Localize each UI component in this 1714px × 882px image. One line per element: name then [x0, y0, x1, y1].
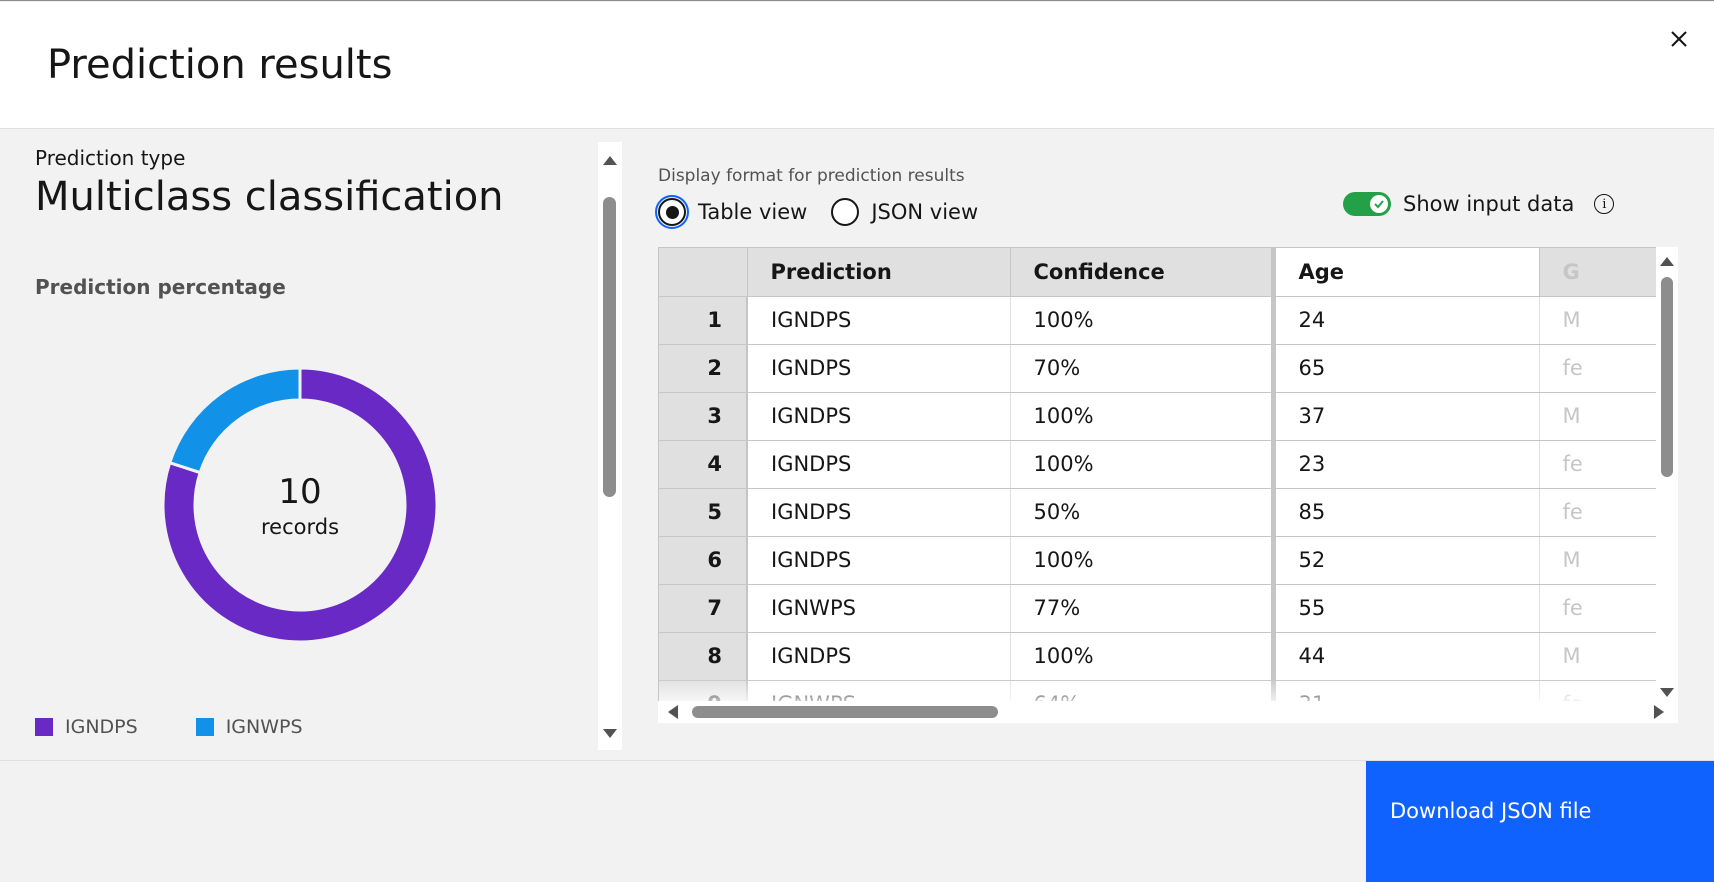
- json-view-label: JSON view: [871, 200, 979, 224]
- scroll-up-arrow-icon[interactable]: [1660, 257, 1674, 266]
- row-number-cell: 5: [659, 488, 748, 537]
- legend-swatch-ignwps: [195, 718, 214, 736]
- scroll-right-arrow-icon[interactable]: [1654, 705, 1664, 719]
- prediction-cell: IGNWPS: [747, 584, 1011, 633]
- table-row[interactable]: 7 IGNWPS 77% 55 fe: [659, 584, 1677, 633]
- results-table-container: Prediction Confidence Age G 1 IGNDPS 100% 2…: [658, 247, 1678, 709]
- donut-slice-ignwps[interactable]: [167, 366, 302, 475]
- show-input-toggle[interactable]: [1343, 192, 1391, 216]
- table-view-label: Table view: [698, 200, 808, 224]
- info-icon[interactable]: i: [1594, 194, 1615, 214]
- confidence-cell: 70%: [1010, 344, 1274, 393]
- legend-item-ignwps[interactable]: IGNWPS: [195, 716, 303, 738]
- table-vertical-scrollbar[interactable]: [1656, 247, 1678, 709]
- age-cell: 52: [1270, 536, 1540, 585]
- scrollbar-thumb[interactable]: [692, 706, 998, 718]
- confidence-cell: 100%: [1010, 392, 1274, 441]
- age-cell: 85: [1270, 488, 1540, 537]
- table-view-radio[interactable]: Table view: [655, 195, 808, 229]
- results-panel: Display format for prediction results Ta…: [640, 130, 1714, 760]
- table-row[interactable]: 8 IGNDPS 100% 44 M: [659, 632, 1677, 681]
- row-number-cell: 8: [659, 632, 748, 681]
- scroll-up-arrow-icon[interactable]: [603, 156, 617, 165]
- close-icon: [1671, 31, 1687, 47]
- download-json-button[interactable]: Download JSON file: [1366, 761, 1714, 882]
- scroll-down-arrow-icon[interactable]: [603, 729, 617, 738]
- prediction-cell: IGNDPS: [747, 392, 1011, 441]
- legend-swatch-igndps: [35, 718, 53, 736]
- confidence-cell: 50%: [1010, 488, 1274, 537]
- prediction-cell: IGNDPS: [747, 296, 1011, 345]
- age-cell: 24: [1270, 296, 1540, 345]
- confidence-cell: 100%: [1010, 632, 1274, 681]
- prediction-type-value: Multiclass classification: [35, 174, 504, 220]
- table-row[interactable]: 3 IGNDPS 100% 37 M: [659, 392, 1677, 441]
- radio-unchecked-icon: [831, 198, 860, 226]
- modal-footer: Download JSON file: [0, 760, 1714, 882]
- scrollbar-thumb[interactable]: [1661, 277, 1673, 477]
- age-cell: 23: [1270, 440, 1540, 489]
- scrollbar-thumb[interactable]: [603, 197, 616, 497]
- row-number-header: [659, 248, 748, 297]
- scroll-down-arrow-icon[interactable]: [1660, 688, 1674, 697]
- table-row[interactable]: 5 IGNDPS 50% 85 fe: [659, 488, 1677, 537]
- confidence-column-header[interactable]: Confidence: [1010, 248, 1274, 297]
- row-number-cell: 4: [659, 440, 748, 489]
- prediction-cell: IGNDPS: [747, 344, 1011, 393]
- radio-checked-icon: [655, 195, 689, 229]
- table-row[interactable]: 6 IGNDPS 100% 52 M: [659, 536, 1677, 585]
- row-number-cell: 6: [659, 536, 748, 585]
- close-button[interactable]: [1664, 24, 1694, 54]
- show-input-label: Show input data: [1403, 192, 1575, 216]
- table-horizontal-scrollbar[interactable]: [658, 701, 1678, 723]
- prediction-results-modal: Prediction results Prediction type Multi…: [0, 0, 1714, 882]
- confidence-cell: 77%: [1010, 584, 1274, 633]
- left-vertical-scrollbar[interactable]: [598, 142, 622, 750]
- legend-label: IGNWPS: [225, 716, 303, 738]
- table-header-row: Prediction Confidence Age G: [659, 248, 1677, 297]
- scroll-left-arrow-icon[interactable]: [668, 705, 678, 719]
- age-cell: 37: [1270, 392, 1540, 441]
- legend-item-igndps[interactable]: IGNDPS: [35, 716, 138, 738]
- results-table: Prediction Confidence Age G 1 IGNDPS 100% 2…: [659, 248, 1677, 708]
- prediction-cell: IGNDPS: [747, 488, 1011, 537]
- modal-header: Prediction results: [0, 2, 1714, 129]
- donut-center-label: records: [261, 515, 339, 539]
- row-number-cell: 2: [659, 344, 748, 393]
- age-cell: 44: [1270, 632, 1540, 681]
- donut-center-value: 10: [278, 472, 321, 512]
- summary-panel: Prediction type Multiclass classificatio…: [0, 130, 622, 760]
- age-column-header[interactable]: Age: [1270, 248, 1540, 297]
- legend-label: IGNDPS: [65, 716, 138, 738]
- prediction-percentage-label: Prediction percentage: [35, 275, 286, 299]
- row-number-cell: 3: [659, 392, 748, 441]
- view-radio-group: Table view JSON view: [655, 195, 978, 229]
- age-cell: 55: [1270, 584, 1540, 633]
- prediction-column-header[interactable]: Prediction: [747, 248, 1011, 297]
- json-view-radio[interactable]: JSON view: [831, 198, 978, 226]
- prediction-type-label: Prediction type: [35, 146, 186, 170]
- prediction-cell: IGNDPS: [747, 440, 1011, 489]
- prediction-cell: IGNDPS: [747, 632, 1011, 681]
- confidence-cell: 100%: [1010, 536, 1274, 585]
- table-row[interactable]: 1 IGNDPS 100% 24 M: [659, 296, 1677, 345]
- display-format-label: Display format for prediction results: [658, 166, 965, 186]
- modal-title: Prediction results: [47, 42, 393, 88]
- show-input-toggle-row: Show input data i: [1343, 192, 1615, 216]
- checkmark-icon: [1370, 195, 1388, 213]
- prediction-donut-chart: 10 records: [161, 366, 439, 644]
- confidence-cell: 100%: [1010, 440, 1274, 489]
- table-row[interactable]: 2 IGNDPS 70% 65 fe: [659, 344, 1677, 393]
- prediction-cell: IGNDPS: [747, 536, 1011, 585]
- row-number-cell: 1: [659, 296, 748, 345]
- chart-legend: IGNDPS IGNWPS: [35, 716, 303, 738]
- table-row[interactable]: 4 IGNDPS 100% 23 fe: [659, 440, 1677, 489]
- age-cell: 65: [1270, 344, 1540, 393]
- row-number-cell: 7: [659, 584, 748, 633]
- confidence-cell: 100%: [1010, 296, 1274, 345]
